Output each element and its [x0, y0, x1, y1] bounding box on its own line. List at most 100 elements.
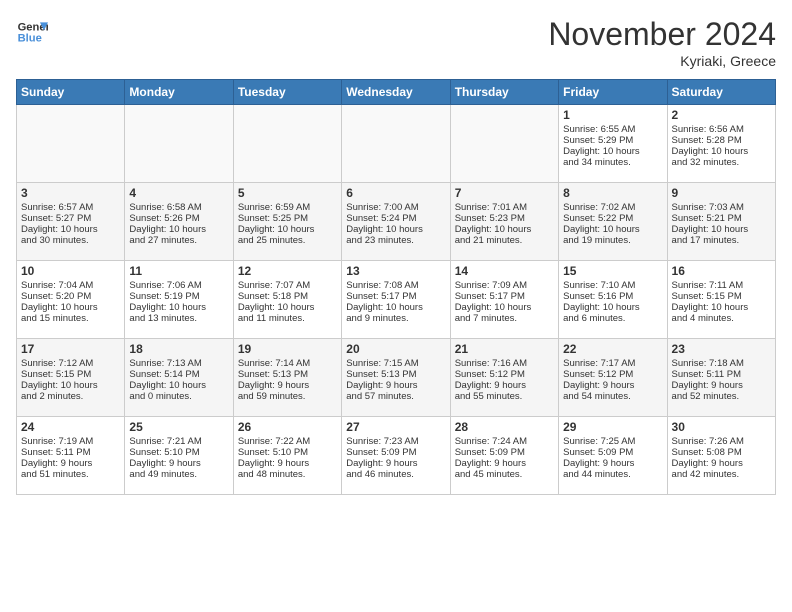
calendar-cell: [17, 105, 125, 183]
day-number: 25: [129, 420, 228, 434]
day-info: Daylight: 9 hours: [672, 380, 771, 391]
day-number: 28: [455, 420, 554, 434]
day-info: Sunrise: 6:55 AM: [563, 124, 662, 135]
day-info: Sunset: 5:13 PM: [346, 369, 445, 380]
day-info: Daylight: 10 hours: [129, 302, 228, 313]
day-info: and 0 minutes.: [129, 391, 228, 402]
calendar-cell: 8 Sunrise: 7:02 AMSunset: 5:22 PMDaylight…: [559, 183, 667, 261]
day-info: Daylight: 10 hours: [238, 302, 337, 313]
day-info: Sunrise: 7:09 AM: [455, 280, 554, 291]
day-info: Sunset: 5:28 PM: [672, 135, 771, 146]
location-title: Kyriaki, Greece: [548, 53, 776, 69]
day-info: and 42 minutes.: [672, 469, 771, 480]
day-number: 2: [672, 108, 771, 122]
day-info: Sunset: 5:26 PM: [129, 213, 228, 224]
day-info: Sunrise: 7:21 AM: [129, 436, 228, 447]
calendar-cell: 17Sunrise: 7:12 AMSunset: 5:15 PMDayligh…: [17, 339, 125, 417]
calendar-cell: [450, 105, 558, 183]
day-info: Sunrise: 7:24 AM: [455, 436, 554, 447]
calendar-cell: 9Sunrise: 7:03 AMSunset: 5:21 PMDaylight…: [667, 183, 775, 261]
day-info: and 32 minutes.: [672, 157, 771, 168]
day-info: and 34 minutes.: [563, 157, 662, 168]
calendar-cell: 3Sunrise: 6:57 AMSunset: 5:27 PMDaylight…: [17, 183, 125, 261]
weekday-header: Friday: [559, 80, 667, 105]
day-number: 14: [455, 264, 554, 278]
calendar-cell: 25Sunrise: 7:21 AMSunset: 5:10 PMDayligh…: [125, 417, 233, 495]
calendar-cell: 28Sunrise: 7:24 AMSunset: 5:09 PMDayligh…: [450, 417, 558, 495]
day-info: Sunrise: 7:25 AM: [563, 436, 662, 447]
day-info: and 6 minutes.: [563, 313, 662, 324]
day-info: and 48 minutes.: [238, 469, 337, 480]
day-info: Sunset: 5:16 PM: [563, 291, 662, 302]
calendar-week-row: 3Sunrise: 6:57 AMSunset: 5:27 PMDaylight…: [17, 183, 776, 261]
day-info: Sunrise: 7:19 AM: [21, 436, 120, 447]
day-number: 15: [563, 264, 662, 278]
calendar-cell: 11Sunrise: 7:06 AMSunset: 5:19 PMDayligh…: [125, 261, 233, 339]
calendar-cell: 24Sunrise: 7:19 AMSunset: 5:11 PMDayligh…: [17, 417, 125, 495]
day-number: 21: [455, 342, 554, 356]
day-info: Sunrise: 7:04 AM: [21, 280, 120, 291]
calendar-cell: 5Sunrise: 6:59 AMSunset: 5:25 PMDaylight…: [233, 183, 341, 261]
day-info: Sunset: 5:22 PM: [563, 213, 662, 224]
day-info: Sunset: 5:15 PM: [21, 369, 120, 380]
day-info: and 25 minutes.: [238, 235, 337, 246]
day-info: Daylight: 10 hours: [563, 224, 662, 235]
day-info: Daylight: 10 hours: [455, 224, 554, 235]
calendar-cell: 13Sunrise: 7:08 AMSunset: 5:17 PMDayligh…: [342, 261, 450, 339]
calendar-cell: 29Sunrise: 7:25 AMSunset: 5:09 PMDayligh…: [559, 417, 667, 495]
calendar-cell: 16Sunrise: 7:11 AMSunset: 5:15 PMDayligh…: [667, 261, 775, 339]
day-info: Sunrise: 7:06 AM: [129, 280, 228, 291]
day-info: Sunrise: 6:58 AM: [129, 202, 228, 213]
day-info: and 44 minutes.: [563, 469, 662, 480]
calendar-cell: [125, 105, 233, 183]
day-info: Daylight: 9 hours: [563, 380, 662, 391]
day-info: Daylight: 10 hours: [563, 146, 662, 157]
calendar-header-row: SundayMondayTuesdayWednesdayThursdayFrid…: [17, 80, 776, 105]
weekday-header: Wednesday: [342, 80, 450, 105]
calendar-cell: 1Sunrise: 6:55 AMSunset: 5:29 PMDaylight…: [559, 105, 667, 183]
calendar-cell: 20Sunrise: 7:15 AMSunset: 5:13 PMDayligh…: [342, 339, 450, 417]
day-info: Daylight: 9 hours: [346, 458, 445, 469]
weekday-header: Thursday: [450, 80, 558, 105]
day-info: Daylight: 10 hours: [672, 146, 771, 157]
day-info: and 23 minutes.: [346, 235, 445, 246]
day-info: Sunset: 5:09 PM: [455, 447, 554, 458]
day-number: 22: [563, 342, 662, 356]
day-info: Sunset: 5:10 PM: [129, 447, 228, 458]
day-info: Daylight: 9 hours: [563, 458, 662, 469]
day-info: Daylight: 9 hours: [238, 380, 337, 391]
day-info: and 15 minutes.: [21, 313, 120, 324]
svg-text:Blue: Blue: [18, 33, 42, 45]
day-info: Sunrise: 7:26 AM: [672, 436, 771, 447]
day-info: Sunrise: 7:00 AM: [346, 202, 445, 213]
day-info: Sunrise: 7:01 AM: [455, 202, 554, 213]
day-info: Sunset: 5:29 PM: [563, 135, 662, 146]
calendar-cell: 10Sunrise: 7:04 AMSunset: 5:20 PMDayligh…: [17, 261, 125, 339]
month-title: November 2024: [548, 16, 776, 53]
day-info: and 13 minutes.: [129, 313, 228, 324]
calendar-cell: 18Sunrise: 7:13 AMSunset: 5:14 PMDayligh…: [125, 339, 233, 417]
day-info: and 30 minutes.: [21, 235, 120, 246]
calendar-cell: 12Sunrise: 7:07 AMSunset: 5:18 PMDayligh…: [233, 261, 341, 339]
day-info: Daylight: 10 hours: [238, 224, 337, 235]
day-info: and 19 minutes.: [563, 235, 662, 246]
calendar-cell: 30Sunrise: 7:26 AMSunset: 5:08 PMDayligh…: [667, 417, 775, 495]
calendar-cell: 19Sunrise: 7:14 AMSunset: 5:13 PMDayligh…: [233, 339, 341, 417]
day-info: Sunrise: 7:02 AM: [563, 202, 662, 213]
day-number: 7: [455, 186, 554, 200]
day-number: 6: [346, 186, 445, 200]
day-info: and 17 minutes.: [672, 235, 771, 246]
day-number: 27: [346, 420, 445, 434]
calendar-table: SundayMondayTuesdayWednesdayThursdayFrid…: [16, 79, 776, 495]
day-number: 29: [563, 420, 662, 434]
day-info: Sunset: 5:13 PM: [238, 369, 337, 380]
day-info: Sunset: 5:09 PM: [346, 447, 445, 458]
day-number: 10: [21, 264, 120, 278]
calendar-week-row: 10Sunrise: 7:04 AMSunset: 5:20 PMDayligh…: [17, 261, 776, 339]
day-info: Sunset: 5:25 PM: [238, 213, 337, 224]
day-number: 8: [563, 186, 662, 200]
day-info: Sunset: 5:27 PM: [21, 213, 120, 224]
calendar-week-row: 24Sunrise: 7:19 AMSunset: 5:11 PMDayligh…: [17, 417, 776, 495]
calendar-cell: 22Sunrise: 7:17 AMSunset: 5:12 PMDayligh…: [559, 339, 667, 417]
day-info: Daylight: 10 hours: [21, 380, 120, 391]
